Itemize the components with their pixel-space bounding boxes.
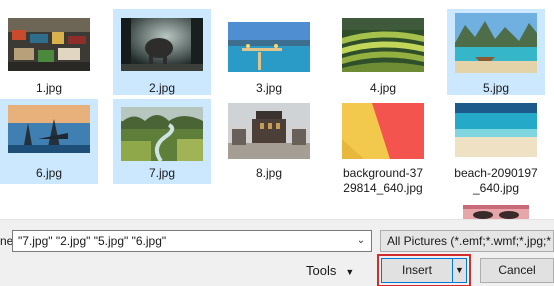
thumbnail-7: [121, 107, 203, 161]
file-tile-3[interactable]: 3.jpg: [220, 0, 318, 95]
file-tile-partial[interactable]: [455, 201, 537, 219]
file-name-background-line1: background-37: [342, 166, 424, 180]
chevron-down-icon[interactable]: ⌄: [351, 231, 371, 251]
file-tile-8[interactable]: 8.jpg: [220, 99, 318, 184]
thumbnail-4: [342, 18, 424, 72]
thumbnail-3: [228, 22, 310, 72]
tools-label: Tools: [306, 263, 337, 278]
file-name-1: 1.jpg: [35, 81, 63, 95]
file-tile-1[interactable]: 1.jpg: [0, 0, 98, 95]
triangle-down-icon: ▼: [455, 265, 464, 275]
file-tile-5[interactable]: 5.jpg: [447, 9, 545, 95]
file-name-input[interactable]: [13, 231, 349, 251]
triangle-down-icon: ▼: [345, 267, 355, 277]
file-tile-6[interactable]: 6.jpg: [0, 99, 98, 184]
file-name-beach-line1: beach-2090197: [454, 166, 538, 180]
file-name-beach-line2: _640.jpg: [472, 181, 520, 195]
file-type-dropdown[interactable]: All Pictures (*.emf;*.wmf;*.jpg;*: [380, 230, 554, 252]
file-tile-4[interactable]: 4.jpg: [334, 0, 432, 95]
thumbnail-5: [455, 13, 537, 73]
file-tile-background[interactable]: background-37 29814_640.jpg: [334, 99, 432, 195]
thumbnail-2: [121, 18, 203, 71]
tools-menu-button[interactable]: Tools ▼: [306, 260, 354, 282]
insert-button[interactable]: Insert: [381, 258, 453, 283]
file-tile-2[interactable]: 2.jpg: [113, 9, 211, 95]
thumbnail-1: [8, 18, 90, 71]
thumbnail-partial: [463, 205, 529, 219]
file-name-8: 8.jpg: [255, 166, 283, 180]
file-tile-beach[interactable]: beach-2090197 _640.jpg: [447, 99, 545, 195]
thumbnail-8: [228, 103, 310, 159]
file-name-7: 7.jpg: [148, 166, 176, 180]
thumbnail-6: [8, 105, 90, 153]
file-tile-7[interactable]: 7.jpg: [113, 99, 211, 184]
insert-label: Insert: [401, 263, 432, 277]
insert-options-arrow[interactable]: ▼: [452, 258, 467, 283]
dialog-footer: ne: ⌄ All Pictures (*.emf;*.wmf;*.jpg;* …: [0, 219, 554, 286]
file-name-6: 6.jpg: [35, 166, 63, 180]
file-name-4: 4.jpg: [369, 81, 397, 95]
file-name-2: 2.jpg: [148, 81, 176, 95]
thumbnail-beach: [455, 103, 537, 157]
file-name-3: 3.jpg: [255, 81, 283, 95]
file-type-value: All Pictures (*.emf;*.wmf;*.jpg;*: [387, 234, 552, 248]
thumbnail-background: [342, 103, 424, 159]
file-grid: 1.jpg 2.jpg 3.jpg 4.jpg 5.jpg 6.jpg 7.jp…: [0, 0, 554, 219]
cancel-button[interactable]: Cancel: [480, 258, 554, 283]
cancel-label: Cancel: [498, 263, 536, 277]
file-name-5: 5.jpg: [482, 81, 510, 95]
file-name-background-line2: 29814_640.jpg: [343, 181, 423, 195]
file-name-combobox[interactable]: ⌄: [12, 230, 372, 252]
